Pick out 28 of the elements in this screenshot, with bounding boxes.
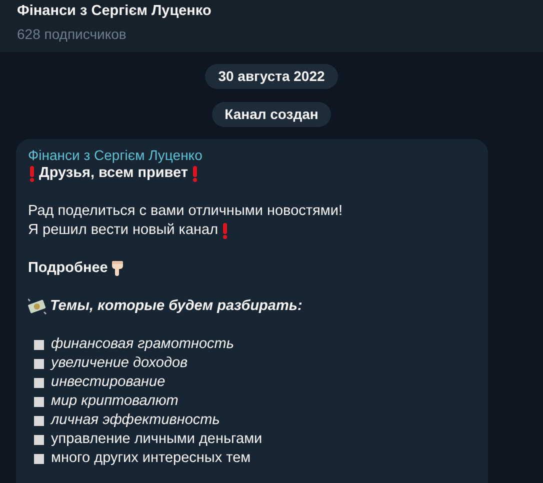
topic-item: увеличение доходов — [51, 354, 188, 373]
bullet-icon — [34, 434, 44, 444]
money-icon — [28, 298, 47, 315]
topic-item: инвестирование — [51, 373, 166, 392]
message-text: Я решил вести новый канал — [28, 221, 218, 240]
bullet-icon — [34, 416, 44, 426]
topic-item: много других интересных тем — [51, 449, 251, 468]
topic-item: мир криптовалют — [51, 392, 178, 411]
topics-heading: Темы, которые будем разбирать: — [50, 297, 302, 316]
topic-item: финансовая грамотность — [51, 335, 234, 354]
bullet-icon — [34, 340, 44, 350]
exclamation-icon — [190, 166, 199, 182]
author-name: Фінанси з Сергієм Луценко — [28, 146, 204, 164]
bullet-icon — [34, 378, 44, 388]
bullet-icon — [34, 396, 44, 406]
subscriber-count: 628 подписчиков — [17, 25, 128, 43]
greeting-text: Друзья, всем привет — [39, 164, 188, 183]
message-text: Рад поделиться с вами отличными новостями! — [28, 202, 342, 221]
more-text: Подробнее — [28, 259, 108, 278]
service-message: Канал создан — [212, 102, 332, 127]
bullet-icon — [34, 454, 44, 464]
exclamation-icon — [221, 222, 230, 238]
topic-item: личная эффективность — [51, 411, 220, 430]
exclamation-icon — [28, 166, 36, 182]
service-message: 30 августа 2022 — [205, 64, 338, 89]
channel-title: Фінанси з Сергієм Луценко — [17, 2, 212, 21]
bullet-icon — [34, 358, 44, 368]
topic-item: управление личными деньгами — [51, 430, 262, 449]
